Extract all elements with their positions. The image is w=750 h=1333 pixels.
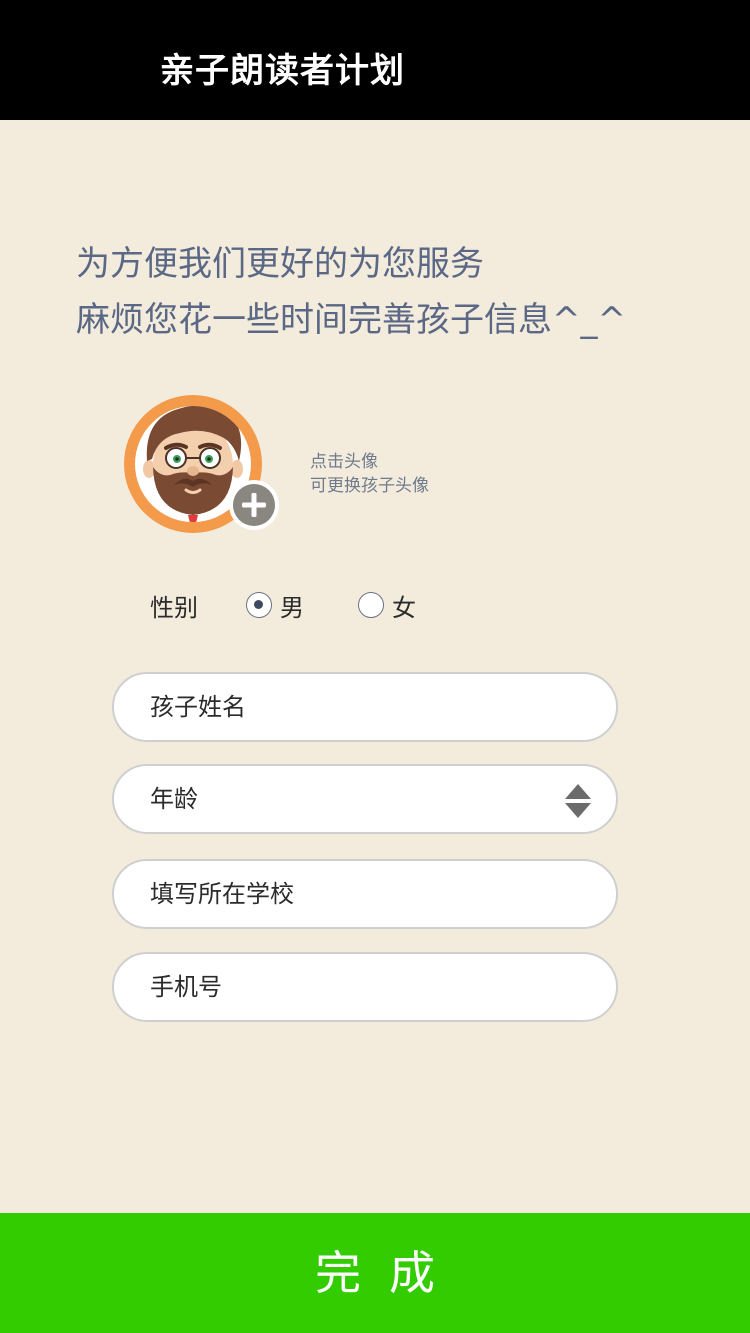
phone-field[interactable] <box>112 952 618 1022</box>
child-name-input[interactable] <box>150 674 570 740</box>
up-down-arrows-icon[interactable] <box>564 783 592 819</box>
page-title: 亲子朗读者计划 <box>160 51 405 91</box>
child-name-field[interactable] <box>112 672 618 742</box>
school-input[interactable] <box>150 861 570 927</box>
gender-selector: 性别 男 女 <box>150 588 570 628</box>
gender-option-male-label: 男 <box>280 594 304 622</box>
school-field[interactable] <box>112 859 618 929</box>
gender-option-female-label: 女 <box>392 594 416 622</box>
intro-line-1: 为方便我们更好的为您服务 <box>76 244 484 284</box>
app-header: 亲子朗读者计划 <box>0 0 750 120</box>
avatar-button[interactable] <box>122 393 279 535</box>
intro-line-2: 麻烦您花一些时间完善孩子信息^_^ <box>76 300 626 340</box>
avatar-hint-line-1: 点击头像 <box>310 452 378 472</box>
add-photo-icon[interactable] <box>228 479 280 531</box>
gender-label: 性别 <box>150 594 198 622</box>
radio-unchecked-icon[interactable] <box>358 592 384 618</box>
age-select[interactable]: 年龄 <box>112 764 618 834</box>
intro-text: 为方便我们更好的为您服务 麻烦您花一些时间完善孩子信息^_^ <box>76 236 626 348</box>
avatar-hint-line-2: 可更换孩子头像 <box>310 476 429 496</box>
radio-checked-icon[interactable] <box>246 592 272 618</box>
age-select-placeholder: 年龄 <box>150 785 198 813</box>
avatar-hint: 点击头像 可更换孩子头像 <box>310 450 429 498</box>
phone-input[interactable] <box>150 954 570 1020</box>
done-button[interactable]: 完成 <box>0 1213 750 1333</box>
